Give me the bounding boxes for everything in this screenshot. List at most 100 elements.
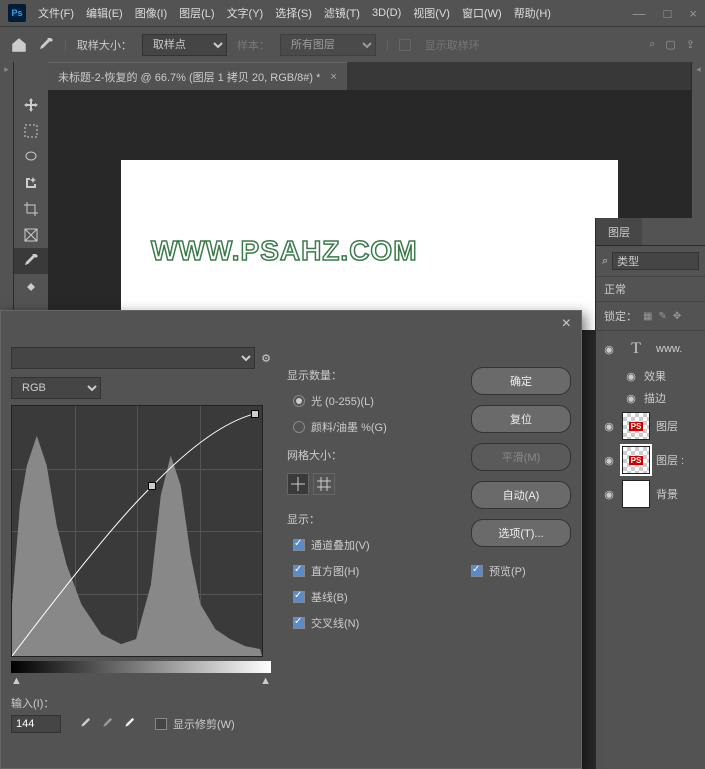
close-button[interactable]: × — [689, 6, 697, 21]
layer-item-selected[interactable]: ◉ PS 图层 : — [596, 443, 705, 477]
tab-close-icon[interactable]: × — [330, 71, 336, 83]
layer-thumbnail: PS — [622, 446, 650, 474]
input-value-field[interactable] — [11, 715, 61, 733]
menu-window[interactable]: 窗口(W) — [462, 5, 502, 21]
tab-title: 未标题-2-恢复的 @ 66.7% (图层 1 拷贝 20, RGB/8#) * — [58, 69, 320, 85]
layer-item[interactable]: ◉ T www. — [596, 333, 705, 365]
minimize-button[interactable]: — — [633, 6, 646, 21]
marquee-tool[interactable] — [14, 118, 48, 144]
preview-checkbox[interactable]: 预览(P) — [471, 563, 571, 579]
layer-filter-input[interactable] — [612, 252, 699, 270]
intersection-checkbox[interactable]: 交叉线(N) — [287, 615, 455, 631]
wand-tool[interactable] — [14, 170, 48, 196]
menu-select[interactable]: 选择(S) — [275, 5, 312, 21]
visibility-icon[interactable]: ◉ — [602, 420, 616, 433]
white-slider[interactable]: ▲ — [260, 675, 271, 687]
lock-pixels-icon[interactable]: ▦ — [643, 311, 652, 322]
menu-file[interactable]: 文件(F) — [38, 5, 74, 21]
pigment-radio[interactable]: 颜料/油墨 %(G) — [287, 419, 455, 435]
visibility-icon[interactable]: ◉ — [624, 392, 638, 405]
preset-select[interactable] — [11, 347, 255, 369]
options-bar: | 取样大小： 取样点 样本： 所有图层 | 显示取样环 ⌕ ▢ ⇪ — [0, 26, 705, 62]
layer-effect-stroke[interactable]: ◉ 描边 — [596, 387, 705, 409]
smooth-button: 平滑(M) — [471, 443, 571, 471]
heal-tool[interactable] — [14, 274, 48, 300]
frame-tool[interactable] — [14, 222, 48, 248]
options-button[interactable]: 选项(T)... — [471, 519, 571, 547]
canvas[interactable]: WWW.PSAHZ.COM — [121, 160, 618, 330]
document-tab[interactable]: 未标题-2-恢复的 @ 66.7% (图层 1 拷贝 20, RGB/8#) *… — [48, 62, 347, 90]
show-clip-label: 显示修剪(W) — [173, 716, 235, 732]
layers-tab[interactable]: 图层 — [596, 218, 642, 245]
lasso-tool[interactable] — [14, 144, 48, 170]
layer-item[interactable]: ◉ PS 图层 — [596, 409, 705, 443]
auto-button[interactable]: 自动(A) — [471, 481, 571, 509]
preview-label: 预览(P) — [489, 563, 526, 579]
layer-effects[interactable]: ◉ 效果 — [596, 365, 705, 387]
gray-dropper-icon[interactable] — [99, 717, 113, 731]
blend-mode-select[interactable]: 正常 — [596, 276, 705, 302]
visibility-icon[interactable]: ◉ — [602, 488, 616, 501]
black-dropper-icon[interactable] — [77, 717, 91, 731]
channel-select[interactable]: RGB — [11, 377, 101, 399]
gear-icon[interactable]: ⚙ — [261, 352, 271, 365]
menu-image[interactable]: 图像(I) — [135, 5, 167, 21]
visibility-icon[interactable]: ◉ — [602, 343, 616, 356]
lock-brush-icon[interactable]: ✎ — [658, 311, 666, 322]
move-tool[interactable] — [14, 92, 48, 118]
layer-name: 图层 — [656, 418, 678, 434]
grid-large-button[interactable] — [313, 473, 335, 495]
maximize-button[interactable]: □ — [664, 6, 672, 21]
layer-thumbnail: PS — [622, 412, 650, 440]
checkbox-icon — [293, 617, 305, 629]
layer-name: 背景 — [656, 486, 678, 502]
checkbox-icon — [293, 565, 305, 577]
histogram-checkbox[interactable]: 直方图(H) — [287, 563, 455, 579]
home-icon[interactable] — [10, 36, 28, 54]
intersection-label: 交叉线(N) — [311, 615, 359, 631]
light-label: 光 (0-255)(L) — [311, 393, 374, 409]
black-slider[interactable]: ▲ — [11, 675, 22, 687]
layer-thumbnail — [622, 480, 650, 508]
histogram — [12, 406, 262, 656]
white-dropper-icon[interactable] — [121, 717, 135, 731]
eyedropper-tool[interactable] — [14, 248, 48, 274]
frame-icon[interactable]: ▢ — [665, 38, 675, 51]
sample-size-label: 取样大小： — [77, 37, 132, 53]
menu-help[interactable]: 帮助(H) — [514, 5, 551, 21]
visibility-icon[interactable]: ◉ — [624, 370, 638, 383]
reset-button[interactable]: 复位 — [471, 405, 571, 433]
app-logo: Ps — [8, 4, 26, 22]
layer-item-background[interactable]: ◉ 背景 — [596, 477, 705, 511]
menu-layer[interactable]: 图层(L) — [179, 5, 214, 21]
menu-3d[interactable]: 3D(D) — [372, 7, 401, 19]
search-icon: ⌕ — [602, 255, 608, 268]
channel-overlay-label: 通道叠加(V) — [311, 537, 370, 553]
search-icon[interactable]: ⌕ — [649, 38, 655, 51]
channel-overlay-checkbox[interactable]: 通道叠加(V) — [287, 537, 455, 553]
grid-small-button[interactable] — [287, 473, 309, 495]
visibility-icon[interactable]: ◉ — [602, 454, 616, 467]
menu-type[interactable]: 文字(Y) — [227, 5, 264, 21]
layer-list: ◉ T www. ◉ 效果 ◉ 描边 ◉ PS 图层 ◉ PS 图层 : ◉ 背… — [596, 331, 705, 511]
menu-edit[interactable]: 编辑(E) — [86, 5, 123, 21]
menu-view[interactable]: 视图(V) — [413, 5, 450, 21]
show-ring-checkbox[interactable] — [399, 39, 411, 51]
watermark-text: WWW.PSAHZ.COM — [151, 235, 418, 267]
sample-select[interactable]: 所有图层 — [280, 34, 376, 56]
ok-button[interactable]: 确定 — [471, 367, 571, 395]
crop-tool[interactable] — [14, 196, 48, 222]
light-radio[interactable]: 光 (0-255)(L) — [287, 393, 455, 409]
menu-filter[interactable]: 滤镜(T) — [324, 5, 360, 21]
dialog-close-icon[interactable]: × — [562, 315, 571, 333]
checkbox-icon — [293, 591, 305, 603]
share-icon[interactable]: ⇪ — [686, 38, 695, 51]
show-clip-checkbox[interactable] — [155, 718, 167, 730]
lock-move-icon[interactable]: ✥ — [673, 311, 681, 322]
curve-point[interactable] — [148, 482, 156, 490]
sample-size-select[interactable]: 取样点 — [142, 34, 227, 56]
baseline-checkbox[interactable]: 基线(B) — [287, 589, 455, 605]
curves-graph[interactable] — [11, 405, 263, 657]
curve-point[interactable] — [251, 410, 259, 418]
layer-name: 图层 : — [656, 452, 684, 468]
